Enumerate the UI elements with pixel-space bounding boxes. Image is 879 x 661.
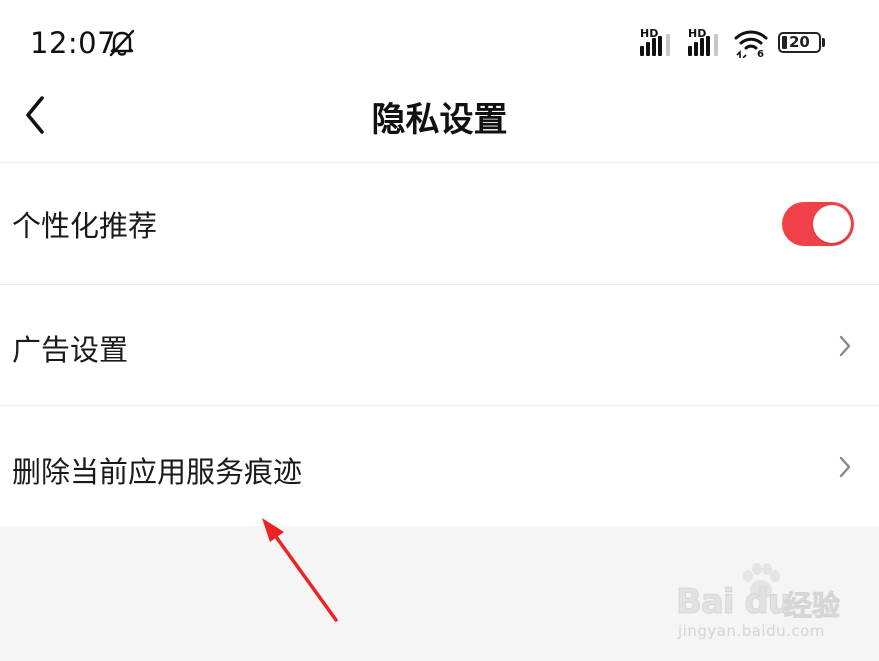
page-title: 隐私设置	[371, 100, 508, 140]
toggle-knob	[813, 205, 851, 243]
setting-row-clear-app-traces[interactable]: 删除当前应用服务痕迹	[0, 406, 879, 526]
bell-muted-icon	[109, 29, 135, 57]
personalized-recommendation-label: 个性化推荐	[12, 209, 158, 243]
annotation-arrow-icon	[262, 518, 338, 622]
cellular-signal-1-icon: HD	[640, 27, 674, 56]
watermark-url: jingyan.baidu.com	[678, 622, 825, 640]
watermark-name: 经验	[783, 589, 841, 623]
chevron-right-icon	[839, 456, 851, 478]
chevron-right-icon	[839, 335, 851, 357]
ad-settings-label: 广告设置	[12, 333, 129, 367]
battery-icon: 20	[778, 32, 821, 53]
wifi-icon: 6	[734, 30, 768, 58]
personalized-recommendation-toggle[interactable]	[782, 202, 854, 246]
cellular-signal-2-icon: HD	[688, 27, 722, 56]
status-time: 12:07	[30, 26, 117, 60]
status-bar: 12:07 HD HD 6 20	[0, 0, 879, 86]
setting-row-ad-settings[interactable]: 广告设置	[0, 285, 879, 405]
wifi-badge: 6	[757, 49, 764, 58]
watermark-brand: Bai du	[676, 582, 793, 623]
clear-app-traces-label: 删除当前应用服务痕迹	[12, 455, 303, 489]
watermark: Bai du 经验 jingyan.baidu.com	[668, 560, 858, 650]
battery-level: 20	[789, 33, 810, 51]
setting-row-personalized-recommendation[interactable]: 个性化推荐	[0, 163, 879, 283]
battery-tip	[822, 38, 825, 47]
